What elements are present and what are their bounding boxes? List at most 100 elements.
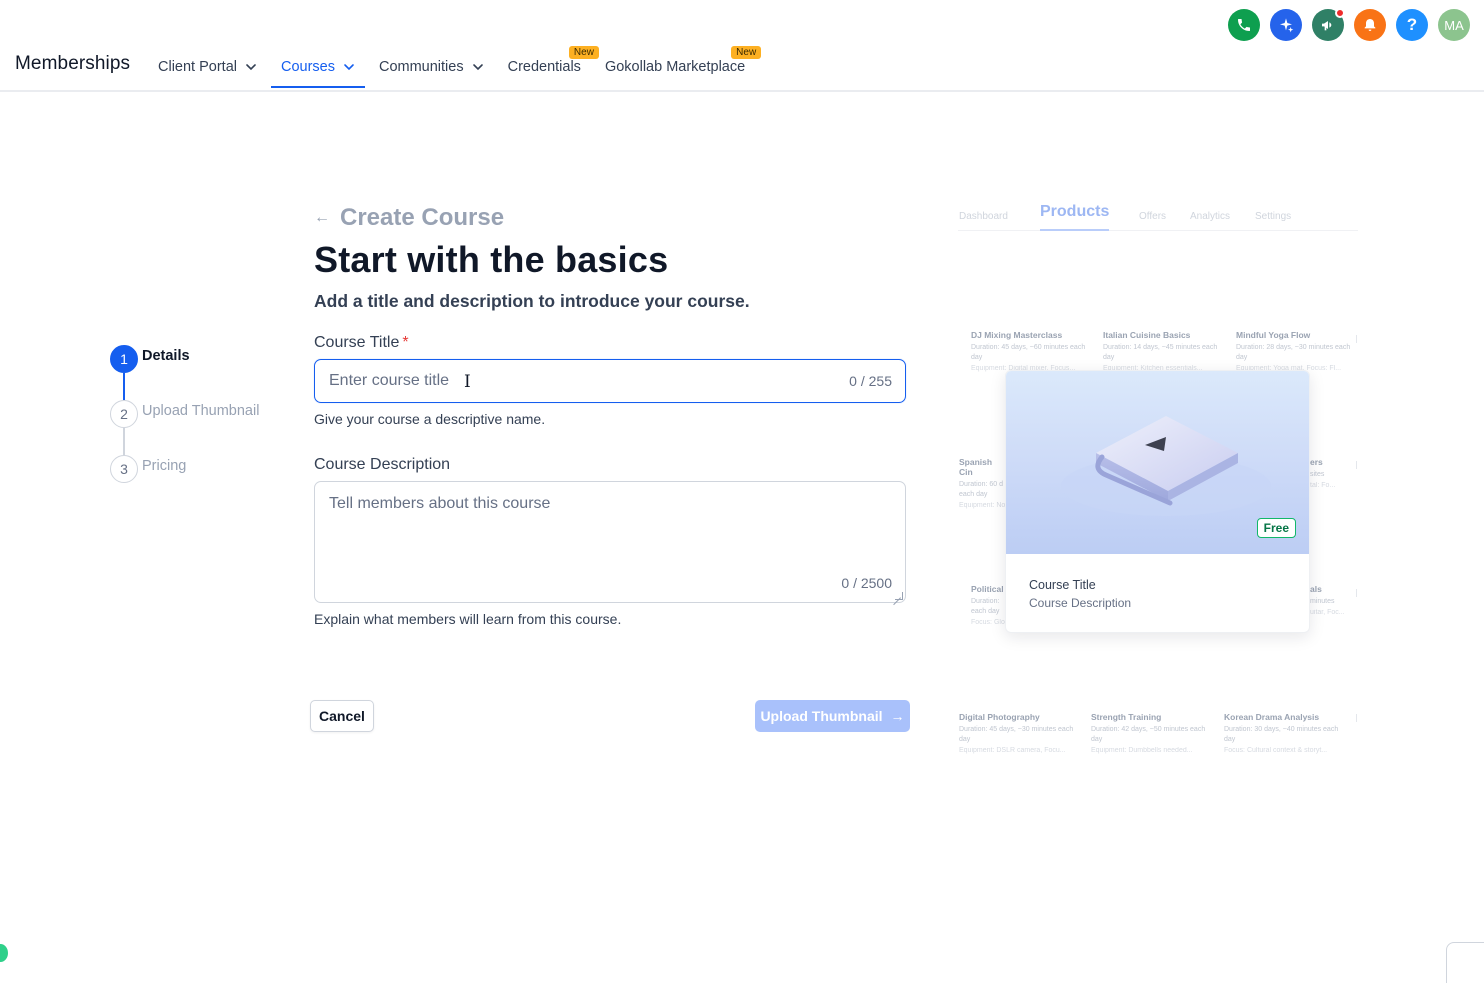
nav-label: Credentials xyxy=(507,59,581,75)
divider xyxy=(1356,714,1357,722)
back-label: Create Course xyxy=(340,204,505,231)
nav-credentials[interactable]: Credentials New xyxy=(498,44,599,90)
top-navigation-bar: Memberships Client Portal Courses Commun… xyxy=(0,0,1484,92)
nav-gokollab-marketplace[interactable]: Gokollab Marketplace New xyxy=(595,44,762,90)
divider xyxy=(1356,589,1357,597)
product-extra: Focus: Cultural context & storyt... xyxy=(1224,747,1328,754)
product-details: minutes xyxy=(1310,598,1335,605)
course-title-hint: Give your course a descriptive name. xyxy=(314,411,546,427)
product-title: DJ Mixing Masterclass xyxy=(971,330,1063,340)
preview-product-card: DJ Mixing Masterclass Duration: 45 days,… xyxy=(971,330,1096,372)
cancel-button[interactable]: Cancel xyxy=(310,700,374,732)
product-extra: Focus: Glo xyxy=(971,619,1005,626)
product-title: Political xyxy=(971,584,1004,594)
button-label: Upload Thumbnail xyxy=(760,708,883,724)
course-stepper: 1 Details 2 Upload Thumbnail 3 Pricing xyxy=(110,344,259,509)
text-cursor-icon: I xyxy=(464,372,471,392)
step-label: Details xyxy=(142,348,190,364)
product-details: Duration: 28 days, ~30 minutes each day xyxy=(1236,344,1351,361)
ai-assistant-button[interactable] xyxy=(1270,9,1302,41)
notifications-button[interactable] xyxy=(1354,9,1386,41)
preview-product-card: ers sites tal: Fo... xyxy=(1310,457,1350,489)
course-description-label: Course Description xyxy=(314,456,451,473)
product-title: als xyxy=(1310,584,1322,594)
preview-product-card: Spanish Cin Duration: 60 d each day Equi… xyxy=(959,457,1007,509)
nav-label: Client Portal xyxy=(158,59,237,75)
step-label: Upload Thumbnail xyxy=(142,403,260,419)
card-title: Course Title xyxy=(1029,578,1096,592)
product-title: Digital Photography xyxy=(959,712,1040,722)
product-title: ers xyxy=(1310,457,1323,467)
product-details: Duration: 45 days, ~60 minutes each day xyxy=(971,344,1086,361)
course-details-form: ← Create Course Start with the basics Ad… xyxy=(314,204,906,627)
character-count: 0 / 2500 xyxy=(841,575,892,591)
chevron-down-icon xyxy=(246,64,256,71)
nav-label: Courses xyxy=(280,59,335,75)
nav-label: Gokollab Marketplace xyxy=(604,59,746,75)
preview-tab-offers: Offers xyxy=(1139,211,1167,222)
preview-product-card: Digital Photography Duration: 45 days, ~… xyxy=(959,712,1084,754)
course-title-input[interactable]: Enter course title I 0 / 255 xyxy=(314,359,906,403)
card-description: Course Description xyxy=(1029,596,1132,610)
announcements-button[interactable] xyxy=(1312,8,1345,41)
app-title: Memberships xyxy=(15,53,131,74)
preview-tab-products: Products xyxy=(1040,203,1110,231)
bell-icon xyxy=(1364,19,1376,31)
course-description-hint: Explain what members will learn from thi… xyxy=(314,611,622,627)
avatar-initials: MA xyxy=(1444,17,1464,33)
preview-tab-settings: Settings xyxy=(1255,211,1292,222)
preview-product-card: Strength Training Duration: 42 days, ~50… xyxy=(1091,712,1216,754)
sparkle-icon xyxy=(1280,18,1294,33)
divider xyxy=(1356,335,1357,343)
phone-button[interactable] xyxy=(1228,9,1260,41)
product-extra: Equipment: No xyxy=(959,502,1006,509)
arrow-right-icon: → xyxy=(890,708,905,724)
arrow-left-icon: ← xyxy=(314,209,330,226)
nav-client-portal[interactable]: Client Portal xyxy=(148,44,267,90)
chat-widget-button[interactable] xyxy=(0,944,8,962)
main-nav: Client Portal Courses Communities Creden… xyxy=(148,44,762,90)
nav-communities[interactable]: Communities xyxy=(369,44,494,90)
course-description-textarea[interactable]: Tell members about this course 0 / 2500 xyxy=(314,481,906,603)
phone-icon xyxy=(1238,19,1250,31)
header-actions: ? MA xyxy=(1228,8,1470,41)
step-details[interactable]: 1 Details xyxy=(110,344,259,400)
support-widget[interactable] xyxy=(1446,942,1484,983)
preview-product-card: Italian Cuisine Basics Duration: 14 days… xyxy=(1103,330,1228,372)
preview-tab-dashboard: Dashboard xyxy=(959,211,1008,222)
help-icon: ? xyxy=(1406,15,1418,34)
product-extra: tal: Fo... xyxy=(1310,482,1336,489)
preview-tabs: Dashboard Products Offers Analytics Sett… xyxy=(958,195,1358,231)
product-details: Duration: 45 days, ~30 minutes each day xyxy=(959,726,1074,743)
product-title: Italian Cuisine Basics xyxy=(1103,330,1191,340)
resize-handle-icon[interactable] xyxy=(895,592,903,600)
avatar[interactable]: MA xyxy=(1438,9,1470,41)
nav-courses[interactable]: Courses xyxy=(270,44,365,90)
step-upload-thumbnail[interactable]: 2 Upload Thumbnail xyxy=(110,399,260,455)
step-label: Pricing xyxy=(142,458,187,474)
course-preview-card: Free Course Title Course Description xyxy=(1005,370,1310,633)
step-pricing[interactable]: 3 Pricing xyxy=(110,454,259,509)
upload-thumbnail-button[interactable]: Upload Thumbnail → xyxy=(755,700,910,732)
help-button[interactable]: ? xyxy=(1396,9,1428,41)
step-number: 2 xyxy=(110,400,138,428)
chevron-down-icon xyxy=(344,64,354,71)
product-extra: uitar, Foc... xyxy=(1310,609,1345,616)
step-connector xyxy=(123,373,125,400)
product-title: Korean Drama Analysis xyxy=(1224,712,1320,722)
course-title-label: Course Title * xyxy=(314,334,906,352)
product-title: Spanish Cin xyxy=(959,457,993,477)
product-details: Duration: 30 days, ~40 minutes each day xyxy=(1224,726,1339,743)
new-badge: New xyxy=(731,46,762,59)
free-badge: Free xyxy=(1256,518,1296,538)
notification-dot xyxy=(1335,8,1345,18)
product-details: Duration: 60 d each day xyxy=(959,481,1003,498)
product-title: Strength Training xyxy=(1091,712,1162,722)
product-extra: Equipment: Dumbbells needed... xyxy=(1091,747,1193,754)
product-details: sites xyxy=(1310,471,1325,478)
back-link[interactable]: ← Create Course xyxy=(314,204,906,232)
label-text: Course Title xyxy=(314,334,400,351)
divider xyxy=(1356,461,1357,469)
product-extra: Equipment: DSLR camera, Focu... xyxy=(959,747,1066,754)
product-title: Mindful Yoga Flow xyxy=(1236,330,1311,340)
